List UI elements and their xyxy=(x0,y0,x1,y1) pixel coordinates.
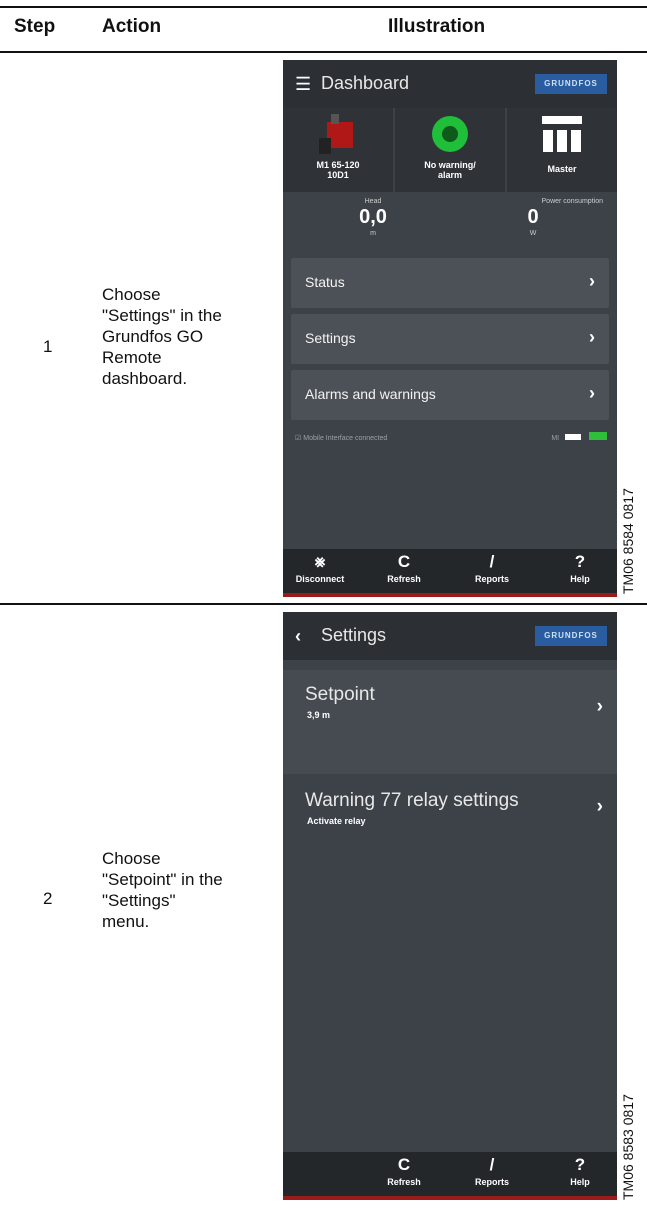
settings-screenshot: ‹ Settings GRUNDFOS Setpoint 3,9 m › War… xyxy=(283,612,617,1200)
header-illustration: Illustration xyxy=(388,16,486,37)
grundfos-logo: GRUNDFOS xyxy=(535,626,607,646)
chevron-right-icon: › xyxy=(589,327,595,347)
step-action: Choose "Settings" in the Grundfos GO Rem… xyxy=(102,285,222,388)
tm-code: TM06 8583 0817 xyxy=(620,1094,636,1200)
app-top-bar: ☰ Dashboard GRUNDFOS xyxy=(283,60,617,108)
help-icon: ? xyxy=(574,1155,586,1174)
chevron-right-icon: › xyxy=(589,383,595,403)
power-label: Power consumption xyxy=(541,198,603,205)
status-tile[interactable]: No warning/ alarm xyxy=(395,108,505,192)
back-chevron-icon[interactable]: ‹ xyxy=(295,626,301,647)
table-top-rule xyxy=(0,6,647,8)
chevron-right-icon: › xyxy=(596,796,603,817)
reports-icon: / xyxy=(489,552,495,571)
status-ok-icon xyxy=(432,116,468,152)
header-bottom-rule xyxy=(0,51,647,53)
grundfos-logo: GRUNDFOS xyxy=(535,74,607,94)
row-divider xyxy=(0,603,647,605)
setting-item-setpoint[interactable]: Setpoint 3,9 m › xyxy=(283,670,617,774)
reports-button[interactable]: / Reports xyxy=(457,552,527,584)
multipump-icon xyxy=(542,116,582,152)
disconnect-button[interactable]: ⨳ Disconnect xyxy=(285,552,355,584)
power-value: 0 xyxy=(527,206,539,228)
head-unit: m xyxy=(370,230,376,237)
status-text: No warning/ alarm xyxy=(424,160,476,180)
disconnect-icon: ⨳ xyxy=(314,552,326,571)
connection-note: ☑ Mobile Interface connected xyxy=(295,435,388,442)
help-icon: ? xyxy=(574,552,586,571)
help-button[interactable]: ? Help xyxy=(545,552,615,584)
bottom-toolbar: C Refresh / Reports ? Help xyxy=(283,1152,617,1200)
setting-item-warning77[interactable]: Warning 77 relay settings Activate relay… xyxy=(283,778,617,848)
refresh-button[interactable]: C Refresh xyxy=(369,1155,439,1187)
header-step: Step xyxy=(14,16,56,37)
menu-item-status[interactable]: Status › xyxy=(291,258,609,308)
head-value: 0,0 xyxy=(359,206,387,228)
menu-item-alarms[interactable]: Alarms and warnings › xyxy=(291,370,609,420)
head-label: Head xyxy=(364,198,382,205)
menu-item-settings[interactable]: Settings › xyxy=(291,314,609,364)
bottom-toolbar: ⨳ Disconnect C Refresh / Reports ? Help xyxy=(283,549,617,597)
power-unit: W xyxy=(529,230,537,237)
step-number: 2 xyxy=(43,889,53,908)
refresh-icon: C xyxy=(397,552,411,571)
tm-code: TM06 8584 0817 xyxy=(620,488,636,594)
reports-icon: / xyxy=(489,1155,495,1174)
pump-icon xyxy=(319,114,353,154)
refresh-button[interactable]: C Refresh xyxy=(369,552,439,584)
connection-indicator: MI xyxy=(551,432,607,442)
header-action: Action xyxy=(102,16,162,37)
chevron-right-icon: › xyxy=(596,696,603,717)
screen-title: Dashboard xyxy=(321,73,410,93)
chevron-right-icon: › xyxy=(589,271,595,291)
step-number: 1 xyxy=(43,337,53,356)
role-text: Master xyxy=(547,164,577,174)
role-tile[interactable]: Master xyxy=(507,108,617,192)
help-button[interactable]: ? Help xyxy=(545,1155,615,1187)
step-action: Choose "Setpoint" in the "Settings" menu… xyxy=(102,849,223,931)
screen-title: Settings xyxy=(321,625,387,645)
reports-button[interactable]: / Reports xyxy=(457,1155,527,1187)
app-top-bar: ‹ Settings GRUNDFOS xyxy=(283,612,617,660)
signal-icon xyxy=(565,434,582,440)
dashboard-screenshot: ☰ Dashboard GRUNDFOS M1 65-120 10D1 No w… xyxy=(283,60,617,597)
refresh-icon: C xyxy=(397,1155,411,1174)
pump-tile[interactable]: M1 65-120 10D1 xyxy=(283,108,393,192)
checkbox-icon: ☑ xyxy=(295,435,302,442)
pump-name: M1 65-120 10D1 xyxy=(316,160,360,180)
list-icon[interactable]: ☰ xyxy=(295,74,311,95)
battery-icon xyxy=(589,432,607,440)
